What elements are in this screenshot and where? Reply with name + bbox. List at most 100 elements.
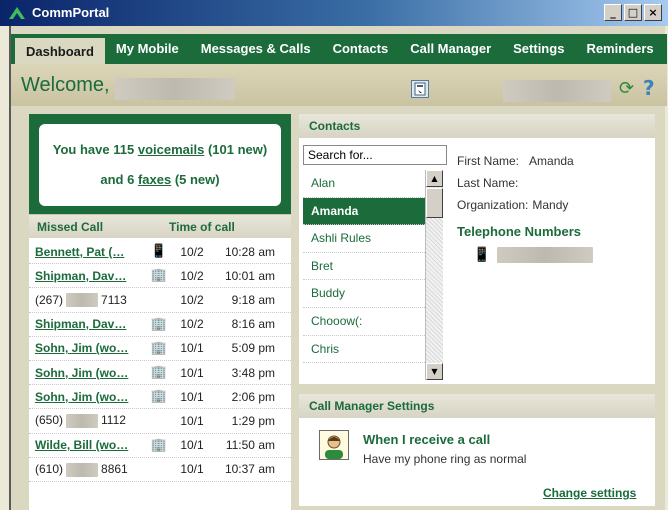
area-code: (650) xyxy=(35,413,64,428)
maximize-button[interactable]: □ xyxy=(624,4,642,21)
scroll-down-button[interactable]: ▼ xyxy=(426,363,443,380)
contact-search-input[interactable] xyxy=(303,145,447,165)
contact-list-item[interactable]: Chris xyxy=(303,336,425,364)
office-icon: 🏢 xyxy=(150,389,168,405)
call-time: 5:09 pm xyxy=(231,341,275,356)
contact-list-item[interactable]: Bret xyxy=(303,253,425,281)
caller-name-link[interactable]: Shipman, Dav… xyxy=(29,269,149,283)
caller-name-link[interactable]: Sohn, Jim (wo… xyxy=(29,341,149,355)
contact-list-item[interactable]: Ashli Rules xyxy=(303,225,425,253)
caller-name-link[interactable]: Shipman, Dav… xyxy=(29,317,149,331)
call-time: 10:28 am xyxy=(224,244,275,259)
tab-settings[interactable]: Settings xyxy=(502,34,575,64)
call-time: 1:29 pm xyxy=(231,413,275,428)
caller-name-link[interactable]: Sohn, Jim (wo… xyxy=(29,390,149,404)
redacted-user-name xyxy=(115,78,235,100)
caller-name-link[interactable]: Wilde, Bill (wo… xyxy=(29,438,149,452)
tab-my-mobile[interactable]: My Mobile xyxy=(105,34,190,64)
call-time: 3:48 pm xyxy=(231,365,275,380)
scroll-up-button[interactable]: ▲ xyxy=(426,170,443,187)
missed-call-row[interactable]: (610) 8861 10/1 10:37 am xyxy=(29,458,291,482)
missed-calls-header: Missed Call Time of call xyxy=(29,214,291,238)
minimize-button[interactable]: _ xyxy=(604,4,622,21)
tab-reminders[interactable]: Reminders xyxy=(575,34,664,64)
missed-call-row[interactable]: Shipman, Dav… 🏢 10/2 10:01 am xyxy=(29,264,291,289)
voicemail-line: You have 115 voicemails (101 new) xyxy=(52,142,268,157)
caller-number: (610) 8861 xyxy=(29,462,149,477)
caller-name-link[interactable]: Bennett, Pat (… xyxy=(29,245,149,259)
office-icon: 🏢 xyxy=(150,437,168,453)
voicemails-link[interactable]: voicemails xyxy=(138,142,205,157)
contact-list-scrollbar[interactable]: ▲ ▼ xyxy=(425,170,443,380)
fax-line: and 6 faxes (5 new) xyxy=(100,172,220,187)
call-date: 10/2 xyxy=(180,292,204,307)
tab-contacts[interactable]: Contacts xyxy=(322,34,400,64)
change-settings-link[interactable]: Change settings xyxy=(543,486,636,500)
first-name-value: Amanda xyxy=(529,154,574,168)
missed-calls-list: Bennett, Pat (… 📱 10/2 10:28 am Shipman, Dav… xyxy=(29,240,291,482)
contact-list-item[interactable]: Chooow(: xyxy=(303,308,425,336)
person-avatar-icon xyxy=(319,430,349,460)
redacted-digits xyxy=(66,414,99,429)
missed-call-row[interactable]: Sohn, Jim (wo… 🏢 10/1 3:48 pm xyxy=(29,361,291,386)
call-time: 8:16 am xyxy=(231,317,275,332)
area-code: (610) xyxy=(35,461,64,476)
mobile-icon: 📱 xyxy=(150,244,168,260)
tab-call-manager[interactable]: Call Manager xyxy=(399,34,502,64)
call-rule-title[interactable]: When I receive a call xyxy=(363,432,490,447)
voicemail-summary: You have 115 voicemails (101 new) and 6 … xyxy=(29,114,291,216)
voicemail-bubble: You have 115 voicemails (101 new) and 6 … xyxy=(39,124,281,206)
missed-call-row[interactable]: (650) 1112 10/1 1:29 pm xyxy=(29,409,291,434)
scroll-thumb[interactable] xyxy=(426,188,443,218)
contact-list-item[interactable]: Alan xyxy=(303,170,425,198)
missed-call-row[interactable]: Sohn, Jim (wo… 🏢 10/1 5:09 pm xyxy=(29,337,291,361)
call-manager-header: Call Manager Settings xyxy=(299,394,655,418)
call-time: 10:01 am xyxy=(224,268,275,283)
missed-call-row[interactable]: Shipman, Dav… 🏢 10/2 8:16 am xyxy=(29,313,291,337)
call-date: 10/1 xyxy=(180,389,204,404)
office-icon: 🏢 xyxy=(150,340,168,356)
redacted-digits xyxy=(66,462,99,477)
caller-number: (267) 7113 xyxy=(29,293,149,308)
phone-directory-icon[interactable] xyxy=(411,80,429,98)
number-tail: 8861 xyxy=(101,461,128,476)
caller-name-link[interactable]: Sohn, Jim (wo… xyxy=(29,366,149,380)
refresh-icon[interactable]: ⟳ xyxy=(619,78,634,99)
redacted-account-number xyxy=(503,80,611,102)
contacts-header: Contacts xyxy=(299,114,655,138)
area-code: (267) xyxy=(35,292,64,307)
office-icon: 🏢 xyxy=(150,365,168,381)
col-time-of-call[interactable]: Time of call xyxy=(169,220,291,234)
window-controls: _ □ × xyxy=(604,4,662,21)
tab-dashboard[interactable]: Dashboard xyxy=(15,38,105,64)
contacts-panel: Contacts AlanAmandaAshli RulesBretBuddyC… xyxy=(299,114,655,384)
call-date: 10/1 xyxy=(180,341,204,356)
missed-call-row[interactable]: Sohn, Jim (wo… 🏢 10/1 2:06 pm xyxy=(29,385,291,410)
faxes-link[interactable]: faxes xyxy=(138,172,171,187)
welcome-text: Welcome, xyxy=(21,74,110,96)
contact-list-item[interactable]: Buddy xyxy=(303,280,425,308)
call-date: 10/1 xyxy=(180,413,204,428)
first-name-row: First Name: Amanda xyxy=(457,154,574,168)
tab-messages-calls[interactable]: Messages & Calls xyxy=(190,34,322,64)
commportal-logo-icon xyxy=(8,5,26,21)
call-time: 2:06 pm xyxy=(231,389,275,404)
call-time: 9:18 am xyxy=(231,292,275,307)
help-icon[interactable]: ? xyxy=(643,76,655,100)
caller-number: (650) 1112 xyxy=(29,413,149,429)
app-frame: Dashboard My Mobile Messages & Calls Con… xyxy=(9,26,667,510)
office-icon: 🏢 xyxy=(150,316,168,332)
missed-call-row[interactable]: Bennett, Pat (… 📱 10/2 10:28 am xyxy=(29,240,291,265)
office-icon: 🏢 xyxy=(150,268,168,284)
col-missed-call[interactable]: Missed Call xyxy=(29,220,169,234)
call-date: 10/1 xyxy=(180,365,204,380)
missed-call-row[interactable]: (267) 7113 10/2 9:18 am xyxy=(29,288,291,313)
number-tail: 7113 xyxy=(101,292,127,307)
window-title: CommPortal xyxy=(32,5,110,20)
contact-list-item[interactable]: Amanda xyxy=(303,197,425,226)
missed-call-row[interactable]: Wilde, Bill (wo… 🏢 10/1 11:50 am xyxy=(29,434,291,458)
redacted-phone-number xyxy=(497,247,593,263)
call-date: 10/1 xyxy=(180,462,204,477)
call-time: 10:37 am xyxy=(224,462,275,477)
close-button[interactable]: × xyxy=(644,4,662,21)
